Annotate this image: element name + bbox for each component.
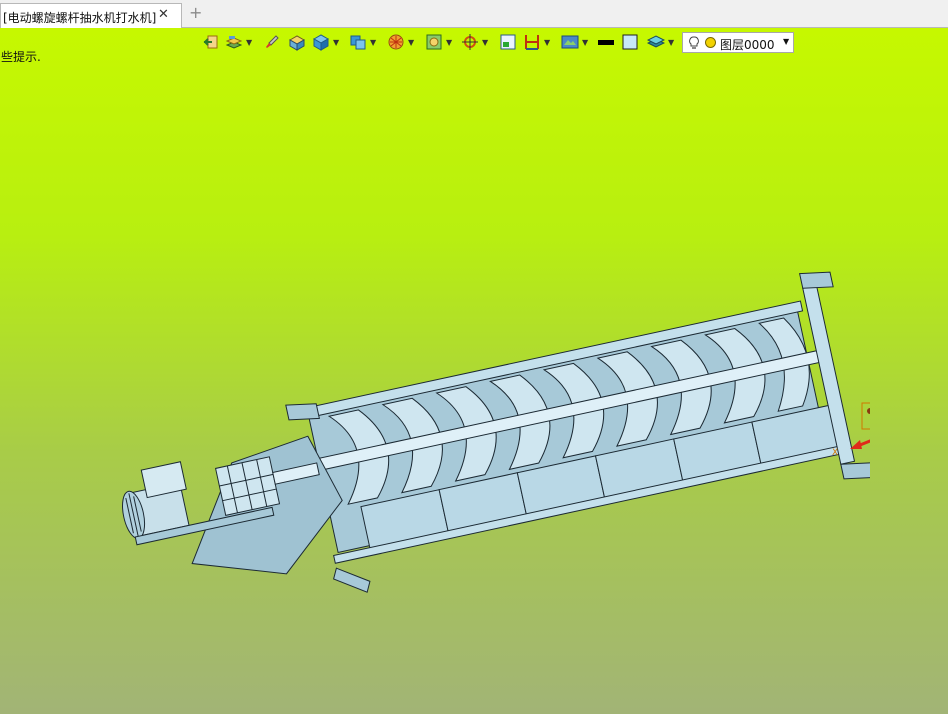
- select-box-icon[interactable]: [499, 33, 517, 51]
- 3d-viewport[interactable]: 些提示. ▼ ▼ ▼ ▼ ▼ ▼ ▼ ▼ ▼ 图层0000 ▼ X: [0, 28, 948, 714]
- document-tab[interactable]: [电动螺旋螺杆抽水机打水机] ✕: [0, 3, 182, 28]
- tab-title: [电动螺旋螺杆抽水机打水机]: [3, 11, 157, 25]
- shaded-display-icon[interactable]: [349, 33, 367, 51]
- lightbulb-icon[interactable]: [687, 36, 701, 53]
- brush-icon[interactable]: [263, 33, 281, 51]
- tab-bar: [电动螺旋螺杆抽水机打水机] ✕ +: [0, 0, 948, 28]
- display-settings-icon[interactable]: [561, 33, 579, 51]
- solid-face-icon[interactable]: [288, 33, 306, 51]
- layer-color-swatch: [705, 37, 716, 48]
- layers-icon[interactable]: [225, 33, 243, 51]
- layer-name: 图层0000: [720, 38, 775, 52]
- chevron-down-icon[interactable]: ▼: [783, 37, 789, 46]
- axis-x-label: X: [832, 448, 838, 458]
- layer-selector[interactable]: 图层0000 ▼: [682, 32, 794, 53]
- viewport-hint: 些提示.: [1, 50, 41, 64]
- fill-color-icon[interactable]: [621, 33, 639, 51]
- layer-stack-icon[interactable]: [646, 33, 666, 51]
- exit-icon[interactable]: [202, 33, 220, 51]
- screw-pump-model[interactable]: Z Y X: [90, 243, 870, 613]
- support-foot: [333, 567, 371, 593]
- line-color-icon[interactable]: [597, 33, 615, 51]
- render-mode-icon[interactable]: [387, 33, 405, 51]
- close-icon[interactable]: ✕: [158, 7, 169, 22]
- cube-icon[interactable]: [312, 33, 330, 51]
- orient-icon[interactable]: [461, 33, 479, 51]
- wireframe-icon[interactable]: [425, 33, 443, 51]
- dimension-icon[interactable]: [523, 33, 541, 51]
- new-tab-button[interactable]: +: [189, 5, 202, 21]
